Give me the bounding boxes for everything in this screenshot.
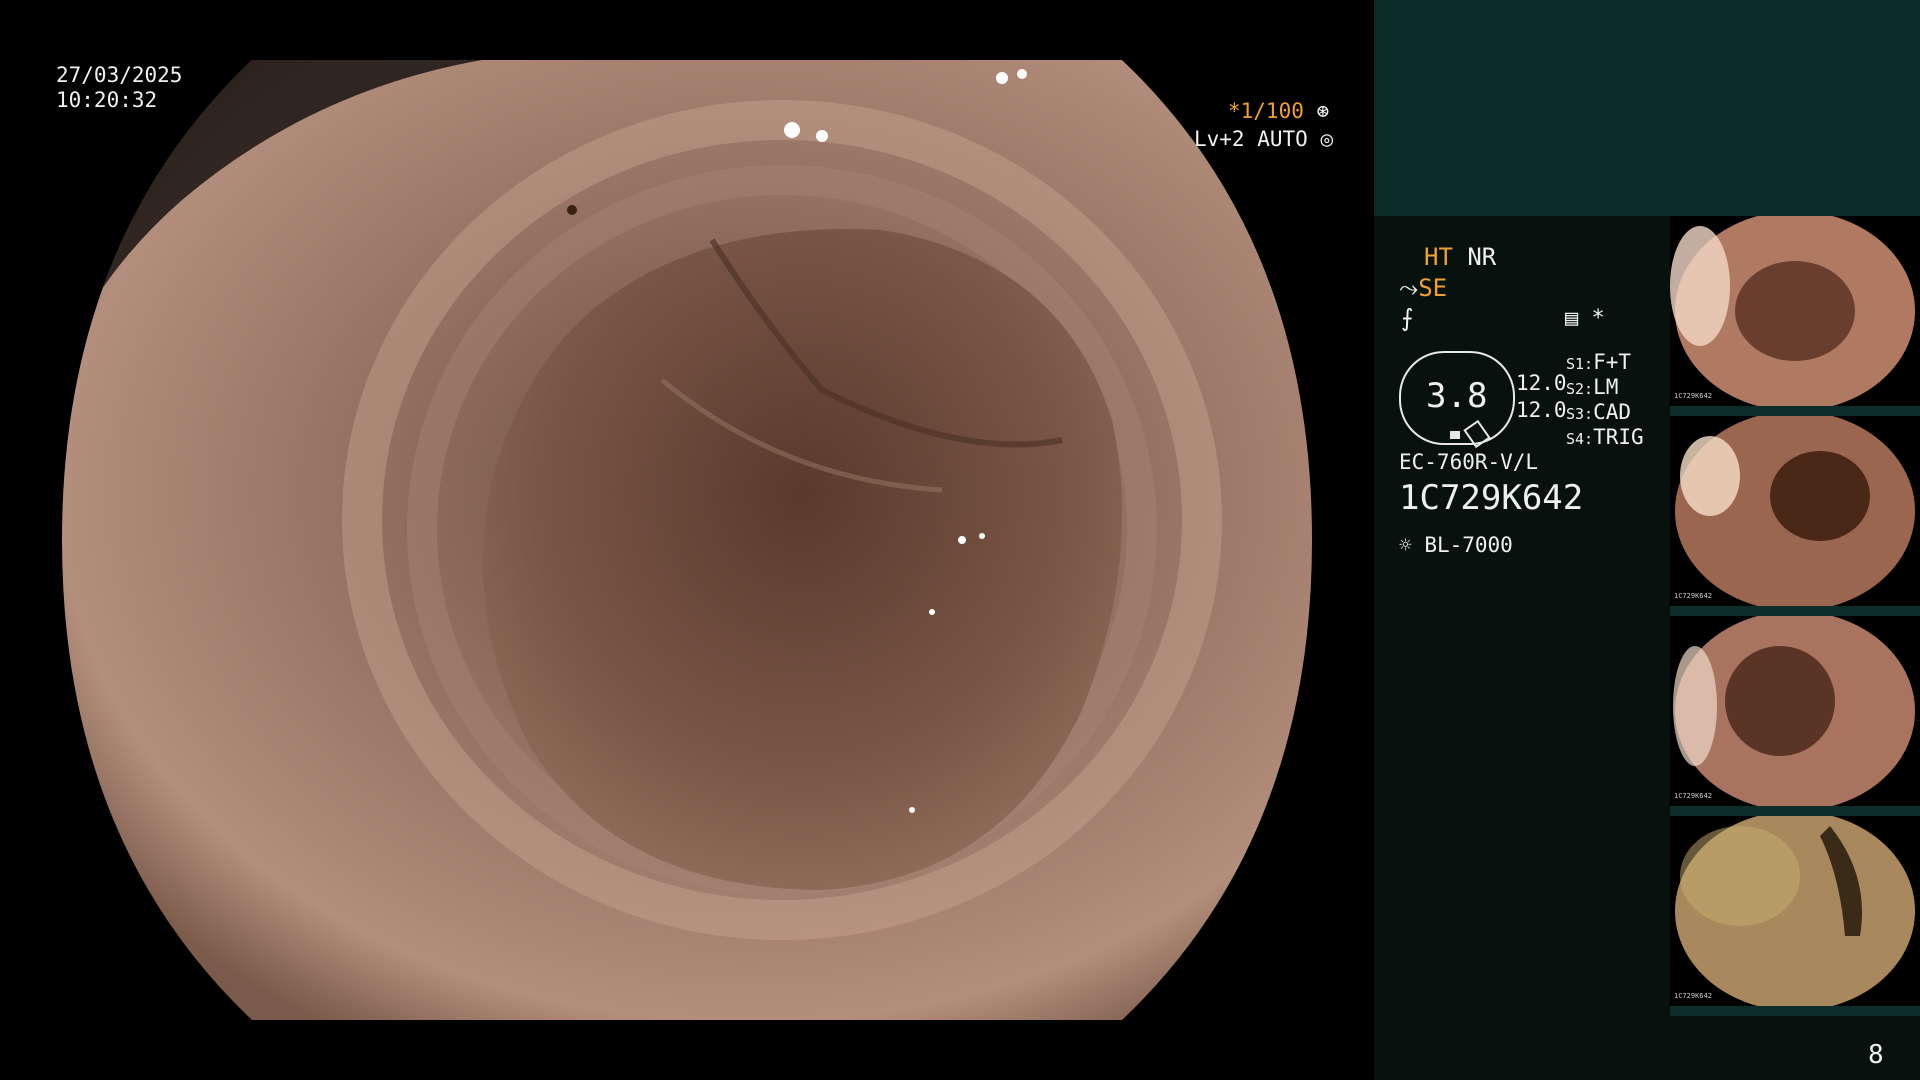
s3-label: S3: — [1566, 405, 1594, 423]
level-indicator: Lv+2 AUTO ◎ — [1194, 127, 1333, 152]
gauge-value: 3.8 — [1426, 376, 1488, 416]
freeze-icon: ▤ — [1565, 306, 1579, 331]
thumbnail-image — [1675, 416, 1915, 606]
thumbnail-1[interactable] — [1670, 216, 1920, 406]
thumbnail-4-id: 1C729K642 — [1674, 992, 1712, 1000]
freeze-asterisk: * — [1591, 306, 1605, 331]
light-source-row: ☼ BL-7000 — [1399, 533, 1513, 558]
s2-value: LM — [1593, 375, 1619, 399]
se-label: SE — [1418, 274, 1448, 302]
value-top: 12.0 — [1516, 371, 1567, 395]
s1-value: F+T — [1593, 350, 1632, 374]
switch-s3: S3:CAD — [1566, 400, 1631, 427]
thumbnail-3-id: 1C729K642 — [1674, 792, 1712, 800]
thumbnail-3-bar — [1670, 806, 1920, 816]
level-mode-value: Lv+2 AUTO — [1194, 127, 1308, 151]
s1-label: S1: — [1566, 355, 1594, 373]
value-bottom: 12.0 — [1516, 398, 1567, 422]
ht-label: HT — [1424, 243, 1453, 271]
panel-header-area — [1374, 0, 1920, 216]
thumbnail-4[interactable] — [1670, 816, 1920, 1006]
light-source-model: BL-7000 — [1424, 533, 1513, 557]
light-source-icon: ☼ — [1399, 533, 1412, 557]
nr-label: NR — [1467, 243, 1497, 271]
freeze-row: ▤ * — [1565, 306, 1605, 331]
s3-value: CAD — [1593, 400, 1632, 424]
thumbnail-2[interactable] — [1670, 416, 1920, 606]
aperture-icon: ⊛ — [1316, 99, 1330, 123]
switch-s1: S1:F+T — [1566, 350, 1631, 377]
thumbnail-2-bar — [1670, 606, 1920, 616]
color-enhance-icon: ⨍ — [1401, 304, 1414, 332]
thumbnail-1-id: 1C729K642 — [1674, 392, 1712, 400]
page-number: 8 — [1868, 1040, 1884, 1070]
structure-enhance-icon: ⤳ — [1399, 274, 1419, 302]
thumbnail-2-id: 1C729K642 — [1674, 592, 1712, 600]
switch-s4: S4:TRIG — [1566, 425, 1644, 452]
thumbnail-4-bar — [1670, 1006, 1920, 1016]
shutter-indicator: *1/100 ⊛ — [1228, 99, 1329, 124]
endoscopy-image — [62, 60, 1312, 1020]
se-row: ⤳SE — [1399, 276, 1447, 301]
switch-s2: S2:LM — [1566, 375, 1618, 402]
time-label: 10:20:32 — [56, 88, 158, 112]
thumbnail-image — [1673, 616, 1915, 806]
shutter-value: *1/100 — [1228, 99, 1304, 123]
thumbnail-image — [1675, 816, 1915, 1006]
thumbnail-1-bar — [1670, 406, 1920, 416]
image-modes: HT NR — [1424, 245, 1496, 270]
s4-value: TRIG — [1593, 425, 1644, 449]
scope-serial: 1C729K642 — [1399, 478, 1584, 518]
auto-iris-icon: ◎ — [1320, 127, 1334, 151]
thumbnail-3[interactable] — [1670, 616, 1920, 806]
endoscope-live-view — [62, 60, 1312, 1020]
gauge-marker — [1450, 431, 1460, 439]
s2-label: S2: — [1566, 380, 1594, 398]
s4-label: S4: — [1566, 430, 1594, 448]
thumbnail-image — [1670, 216, 1915, 406]
date-label: 27/03/2025 — [56, 63, 183, 87]
scope-model: EC-760R-V/L — [1399, 450, 1539, 474]
